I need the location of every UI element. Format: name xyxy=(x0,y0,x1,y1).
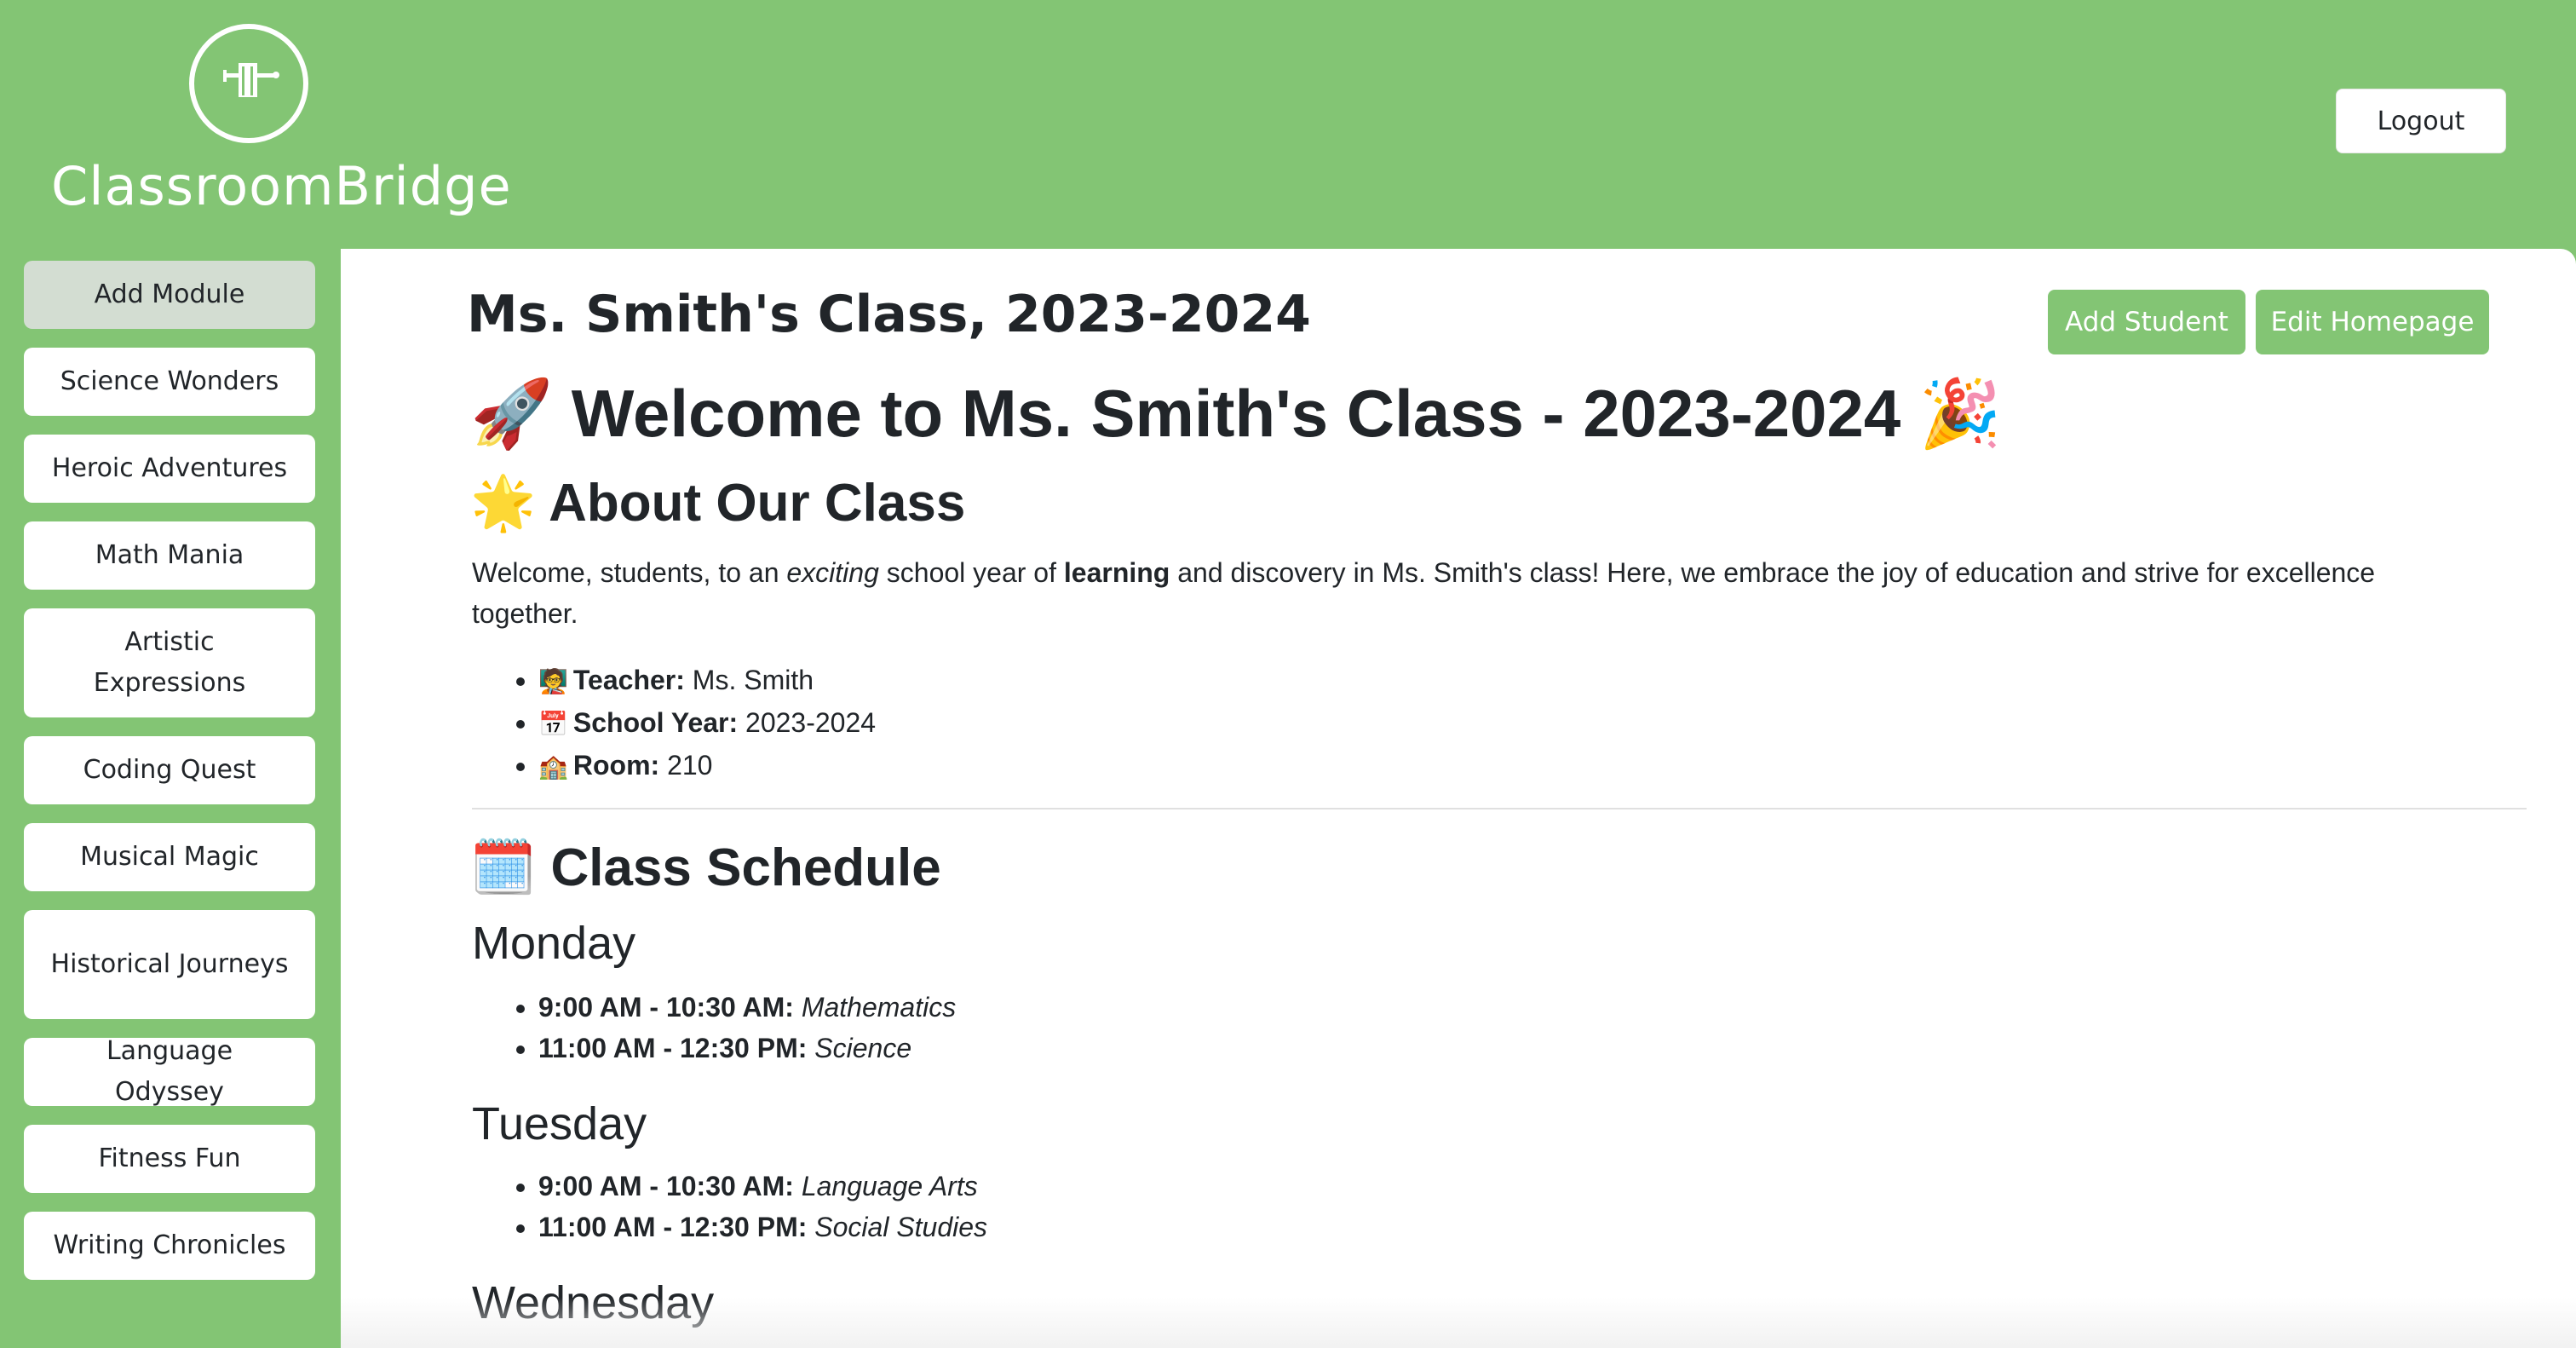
slot-time: 11:00 AM - 12:30 PM: xyxy=(538,1212,808,1242)
slot-time: 9:00 AM - 10:30 AM: xyxy=(538,1171,794,1201)
divider xyxy=(472,808,2527,809)
list-item: 📅School Year: 2023-2024 xyxy=(538,702,876,745)
add-student-button[interactable]: Add Student xyxy=(2048,290,2245,354)
sidebar-item-musical-magic[interactable]: Musical Magic xyxy=(24,823,315,891)
page-title: Ms. Smith's Class, 2023-2024 xyxy=(467,285,1311,344)
schedule-heading-text: Class Schedule xyxy=(550,838,941,897)
school-icon: 🏫 xyxy=(538,753,568,780)
rocket-icon: 🚀 xyxy=(470,376,554,451)
day-heading-tuesday: Tuesday xyxy=(472,1098,647,1149)
fact-label: School Year: xyxy=(572,707,739,738)
sidebar-item-historical-journeys[interactable]: Historical Journeys xyxy=(24,910,315,1019)
list-item: 9:00 AM - 10:30 AM: Mathematics xyxy=(538,987,956,1028)
teacher-icon: 🧑‍🏫 xyxy=(538,668,568,694)
fact-value: 210 xyxy=(667,750,713,781)
sidebar-item-coding-quest[interactable]: Coding Quest xyxy=(24,736,315,804)
sidebar-item-artistic-expressions[interactable]: Artistic Expressions xyxy=(24,608,315,717)
sidebar-item-language-odyssey[interactable]: Language Odyssey xyxy=(24,1036,315,1107)
fact-value: Ms. Smith xyxy=(692,665,814,695)
schedule-heading: 🗓️ Class Schedule xyxy=(470,837,941,899)
calendar-icon: 📅 xyxy=(538,711,568,737)
brand-name: ClassroomBridge xyxy=(51,155,512,217)
main-content: Ms. Smith's Class, 2023-2024 Add Student… xyxy=(341,249,2576,1348)
intro-text-2: school year of xyxy=(878,557,1064,588)
party-popper-icon: 🎉 xyxy=(1918,376,2003,451)
welcome-text: Welcome to Ms. Smith's Class - 2023-2024 xyxy=(571,376,1901,451)
sidebar-item-heroic-adventures[interactable]: Heroic Adventures xyxy=(24,435,315,503)
list-item: 11:00 AM - 12:30 PM: Social Studies xyxy=(538,1207,987,1247)
sidebar-item-fitness-fun[interactable]: Fitness Fun xyxy=(24,1125,315,1193)
day-heading-monday: Monday xyxy=(472,918,636,969)
sidebar-item-science-wonders[interactable]: Science Wonders xyxy=(24,348,315,416)
slot-subject: Language Arts xyxy=(801,1171,978,1201)
sidebar-item-math-mania[interactable]: Math Mania xyxy=(24,521,315,590)
logout-button[interactable]: Logout xyxy=(2336,89,2506,153)
sidebar-item-writing-chronicles[interactable]: Writing Chronicles xyxy=(24,1212,315,1280)
about-heading-text: About Our Class xyxy=(549,474,966,533)
list-item: 🏫Room: 210 xyxy=(538,745,876,787)
slot-subject: Mathematics xyxy=(801,992,957,1023)
slot-time: 11:00 AM - 12:30 PM: xyxy=(538,1033,808,1063)
welcome-heading: 🚀 Welcome to Ms. Smith's Class - 2023-20… xyxy=(470,375,2002,453)
intro-italic: exciting xyxy=(786,557,879,588)
monday-schedule-list: 9:00 AM - 10:30 AM: Mathematics 11:00 AM… xyxy=(538,987,956,1069)
fact-value: 2023-2024 xyxy=(745,707,877,738)
scroll-fade xyxy=(341,1297,2576,1348)
class-facts-list: 🧑‍🏫Teacher: Ms. Smith 📅School Year: 2023… xyxy=(538,660,876,787)
list-item: 11:00 AM - 12:30 PM: Science xyxy=(538,1028,956,1069)
fact-label: Room: xyxy=(572,750,660,781)
page: ClassroomBridge Logout Add Module Scienc… xyxy=(0,0,2576,1348)
edit-homepage-button[interactable]: Edit Homepage xyxy=(2256,290,2489,354)
header: ClassroomBridge Logout xyxy=(0,0,2576,249)
list-item: 🧑‍🏫Teacher: Ms. Smith xyxy=(538,660,876,702)
intro-paragraph: Welcome, students, to an exciting school… xyxy=(472,552,2431,634)
tuesday-schedule-list: 9:00 AM - 10:30 AM: Language Arts 11:00 … xyxy=(538,1166,987,1247)
spiral-calendar-icon: 🗓️ xyxy=(470,838,537,897)
intro-bold: learning xyxy=(1063,557,1170,588)
fact-label: Teacher: xyxy=(572,665,685,695)
add-module-button[interactable]: Add Module xyxy=(24,261,315,329)
sidebar: Add Module Science Wonders Heroic Advent… xyxy=(0,249,341,1348)
logo[interactable] xyxy=(189,24,308,143)
star-icon: 🌟 xyxy=(470,474,537,533)
slot-subject: Science xyxy=(814,1033,912,1063)
bridge-icon xyxy=(223,63,279,97)
intro-text-1: Welcome, students, to an xyxy=(472,557,787,588)
slot-time: 9:00 AM - 10:30 AM: xyxy=(538,992,794,1023)
slot-subject: Social Studies xyxy=(814,1212,988,1242)
about-heading: 🌟 About Our Class xyxy=(470,472,965,534)
list-item: 9:00 AM - 10:30 AM: Language Arts xyxy=(538,1166,987,1207)
